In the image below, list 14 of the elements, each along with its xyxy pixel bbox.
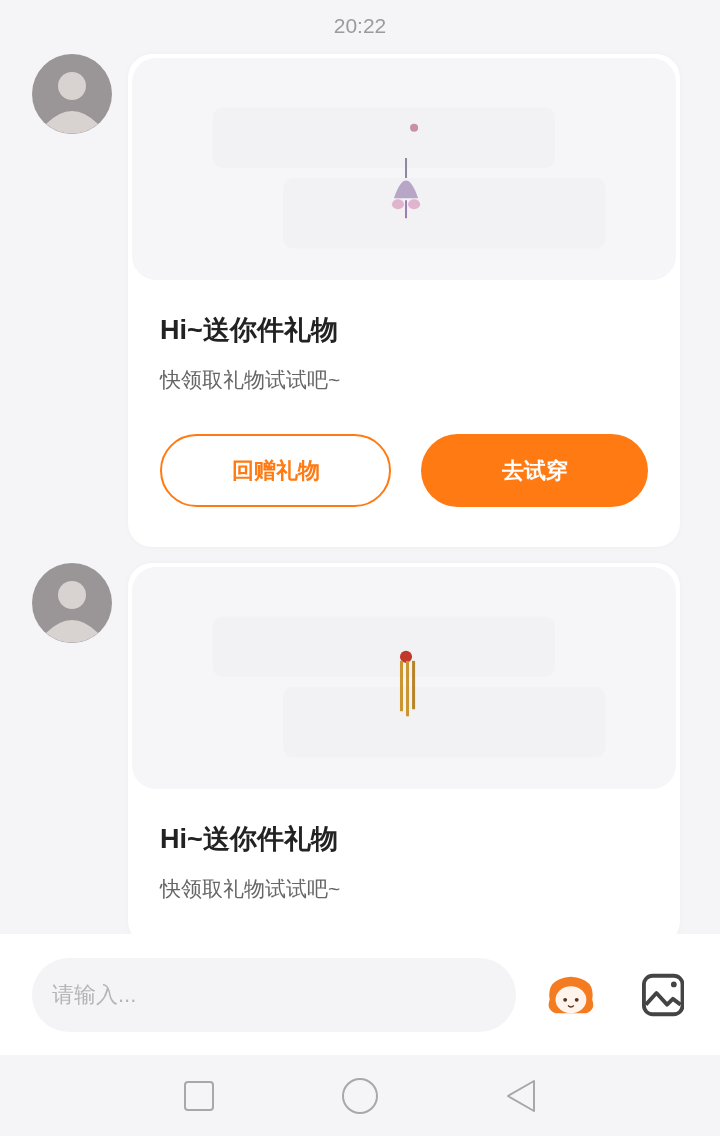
card-title: Hi~送你件礼物 — [160, 313, 339, 347]
timestamp: 20:22 — [333, 13, 387, 39]
avatar[interactable] — [32, 562, 112, 643]
message-input[interactable]: 请输入... — [32, 957, 516, 1032]
avatar[interactable] — [32, 53, 112, 134]
card-subtitle: 快领取礼物试试吧~ — [160, 876, 342, 902]
card-title: Hi~送你件礼物 — [160, 822, 339, 856]
back-icon[interactable] — [506, 1078, 536, 1113]
home-icon[interactable] — [342, 1077, 378, 1114]
recents-icon[interactable] — [184, 1080, 214, 1111]
try-on-button[interactable]: 去试穿 — [421, 433, 648, 507]
card-subtitle: 快领取礼物试试吧~ — [160, 367, 342, 393]
image-icon[interactable] — [641, 972, 684, 1017]
return-gift-button[interactable]: 回赠礼物 — [160, 433, 391, 507]
